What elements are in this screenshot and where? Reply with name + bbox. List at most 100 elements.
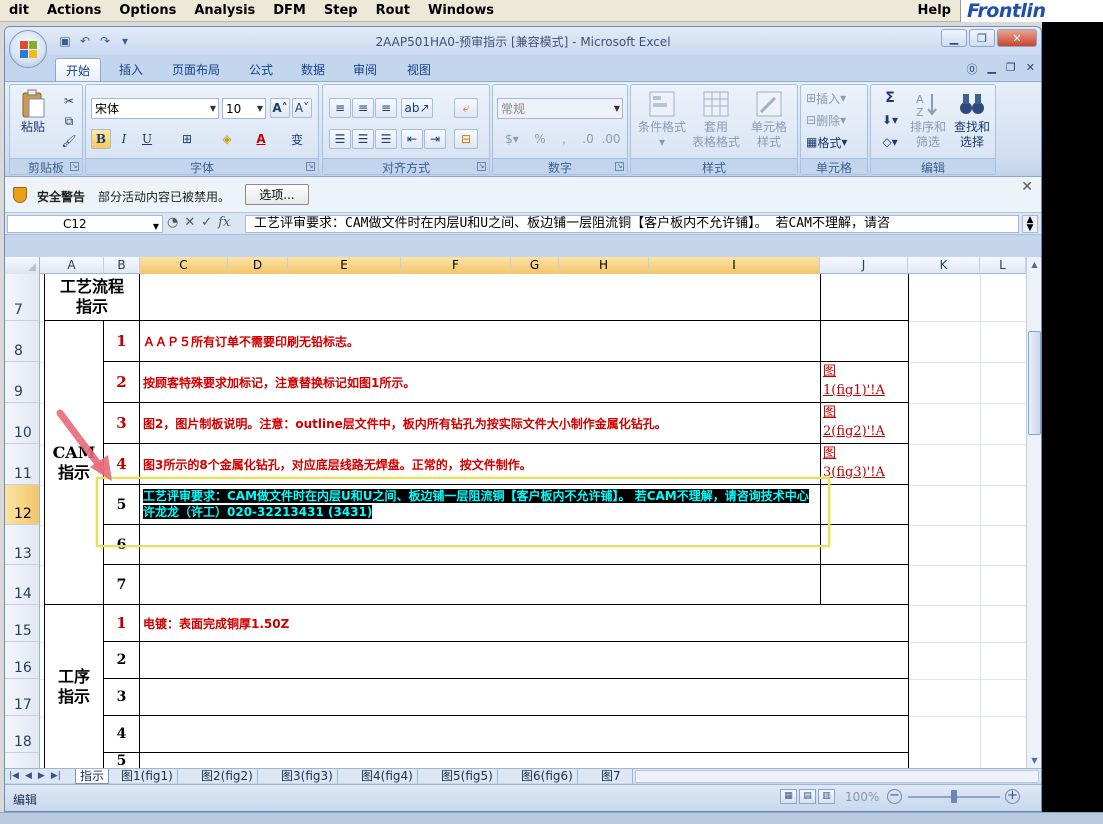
procedure-item-text[interactable]: 电镀：表面完成铜厚1.50Z	[140, 605, 909, 642]
cam-item-link[interactable]	[821, 485, 909, 525]
hyperlink-fig3[interactable]: 图 3(fig3)'!A	[821, 444, 909, 485]
font-launcher-icon[interactable]: ↘	[306, 162, 315, 171]
increase-decimal-icon[interactable]: .0	[577, 129, 599, 149]
font-size-combo[interactable]: 10 ▼	[222, 98, 266, 119]
alignment-launcher-icon[interactable]: ↘	[477, 162, 486, 171]
sheet-tab-fig2[interactable]: 图2(fig2)	[197, 769, 258, 784]
row-header-13[interactable]: 13	[5, 525, 39, 565]
column-header-h[interactable]: H	[559, 257, 649, 274]
procedure-item-num[interactable]: 3	[104, 679, 140, 716]
prev-sheet-icon[interactable]: ◀	[25, 769, 32, 783]
format-painter-icon[interactable]: 🖌	[60, 131, 78, 151]
tab-view[interactable]: 视图	[397, 58, 441, 81]
paste-button[interactable]: 粘贴	[16, 89, 50, 135]
row-header-9[interactable]: 9	[5, 362, 39, 403]
format-cells-button[interactable]: ▦ 格式 ▾	[805, 132, 865, 152]
row-header-8[interactable]: 8	[5, 321, 39, 362]
confirm-icon[interactable]: ✓	[201, 215, 212, 230]
clear-icon[interactable]: ◇▾	[875, 132, 905, 152]
next-sheet-icon[interactable]: ▶	[38, 769, 45, 783]
bg-menu-edit[interactable]: dit	[0, 3, 38, 18]
column-header-c[interactable]: C	[140, 257, 228, 274]
insert-cells-button[interactable]: ⊞ 插入 ▾	[805, 88, 865, 108]
bg-menu-analysis[interactable]: Analysis	[185, 3, 264, 18]
sort-filter-button[interactable]: AZ 排序和 筛选	[907, 89, 949, 150]
cut-icon[interactable]: ✂	[60, 91, 78, 111]
increase-indent-icon[interactable]: ⇥	[424, 129, 446, 149]
bg-menu-windows[interactable]: Windows	[419, 3, 503, 18]
font-color-icon[interactable]: A	[248, 129, 274, 149]
scroll-down-icon[interactable]: ▼	[1027, 753, 1041, 768]
close-button[interactable]: ✕	[997, 29, 1037, 47]
row-header-7[interactable]: 7	[5, 274, 39, 321]
sheet-tab-fig4[interactable]: 图4(fig4)	[357, 769, 418, 784]
page-break-view-icon[interactable]: ▥	[818, 789, 835, 804]
align-center-icon[interactable]: ☰	[352, 129, 374, 149]
column-header-f[interactable]: F	[401, 257, 511, 274]
row-header-17[interactable]: 17	[5, 679, 39, 716]
formula-bar-resize-icon[interactable]: ◔	[167, 215, 178, 230]
cam-item-text[interactable]: ＡＡＰ５所有订单不需要印刷无铅标志。	[140, 321, 821, 362]
sheet-tab-fig5[interactable]: 图5(fig5)	[437, 769, 498, 784]
bg-menu-dfm[interactable]: DFM	[264, 3, 315, 18]
number-launcher-icon[interactable]: ↘	[615, 162, 624, 171]
borders-icon[interactable]: ⊞	[174, 129, 200, 149]
column-header-d[interactable]: D	[228, 257, 288, 274]
align-left-icon[interactable]: ☰	[329, 129, 351, 149]
shrink-font-icon[interactable]: A˅	[292, 98, 312, 118]
help-icon[interactable]: ⓪	[966, 61, 977, 77]
procedure-item-text[interactable]	[140, 642, 909, 679]
sheet-tab-fig1[interactable]: 图1(fig1)	[117, 769, 178, 784]
row-header-18[interactable]: 18	[5, 716, 39, 753]
zoom-in-icon[interactable]: +	[1005, 789, 1020, 804]
row-header-16[interactable]: 16	[5, 642, 39, 679]
grow-font-icon[interactable]: A˄	[270, 98, 290, 118]
bg-menu-step[interactable]: Step	[315, 3, 367, 18]
clipboard-launcher-icon[interactable]: ↘	[70, 162, 79, 171]
fill-color-icon[interactable]: ◈	[214, 129, 240, 149]
page-layout-view-icon[interactable]: ▤	[799, 789, 816, 804]
conditional-format-button[interactable]: 条件格式 ▾	[635, 89, 689, 150]
sheet-tab-fig7[interactable]: 图7	[597, 769, 633, 784]
procedure-item-text[interactable]	[140, 679, 909, 716]
first-sheet-icon[interactable]: |◀	[9, 769, 19, 783]
tab-review[interactable]: 审阅	[343, 58, 387, 81]
number-format-combo[interactable]: 常规 ▼	[497, 98, 623, 119]
column-header-j[interactable]: J	[820, 257, 908, 274]
decrease-indent-icon[interactable]: ⇤	[401, 129, 423, 149]
fill-icon[interactable]: ⬇▾	[875, 110, 905, 130]
copy-icon[interactable]: ⧉	[60, 111, 78, 131]
procedure-item-num[interactable]: 1	[104, 605, 140, 642]
tab-insert[interactable]: 插入	[109, 58, 153, 81]
row-header-14[interactable]: 14	[5, 565, 39, 605]
process-flow-link[interactable]	[821, 274, 909, 321]
bold-button[interactable]: B	[91, 129, 111, 149]
cam-item-text[interactable]	[140, 565, 821, 605]
column-header-i[interactable]: I	[649, 257, 820, 274]
section-procedure[interactable]: 工序 指示	[44, 605, 104, 768]
align-middle-icon[interactable]: ≡	[352, 98, 374, 118]
name-box[interactable]: C12 ▼	[7, 215, 163, 233]
currency-icon[interactable]: $▾	[497, 129, 527, 149]
column-header-k[interactable]: K	[908, 257, 980, 274]
zoom-level[interactable]: 100%	[845, 790, 879, 804]
scroll-thumb[interactable]	[1028, 331, 1041, 435]
zoom-slider-thumb[interactable]	[951, 790, 957, 803]
bg-menu-help[interactable]: Help	[909, 3, 960, 18]
cam-item-link[interactable]	[821, 565, 909, 605]
cam-item-text[interactable]: 按顾客特殊要求加标记，注意替换标记如图1所示。	[140, 362, 821, 403]
cam-item-link[interactable]	[821, 321, 909, 362]
cam-item-num[interactable]: 2	[104, 362, 140, 403]
find-select-button[interactable]: 查找和 选择	[951, 89, 993, 150]
vertical-scrollbar[interactable]: ▲ ▼	[1026, 257, 1041, 768]
wrap-text-icon[interactable]: ⤶	[454, 98, 478, 118]
column-header-a[interactable]: A	[40, 257, 104, 274]
cam-item-num[interactable]: 7	[104, 565, 140, 605]
table-format-button[interactable]: 套用 表格格式	[689, 89, 743, 150]
row-header-10[interactable]: 10	[5, 403, 39, 444]
tab-data[interactable]: 数据	[291, 58, 335, 81]
formula-input[interactable]: 工艺评审要求：CAM做文件时在内层U和U之间、板边铺一层阻流铜【客户板内不允许铺…	[245, 215, 1019, 233]
insert-function-icon[interactable]: fx	[218, 215, 230, 230]
office-button[interactable]	[9, 30, 47, 68]
orientation-icon[interactable]: ab↗	[401, 98, 433, 118]
